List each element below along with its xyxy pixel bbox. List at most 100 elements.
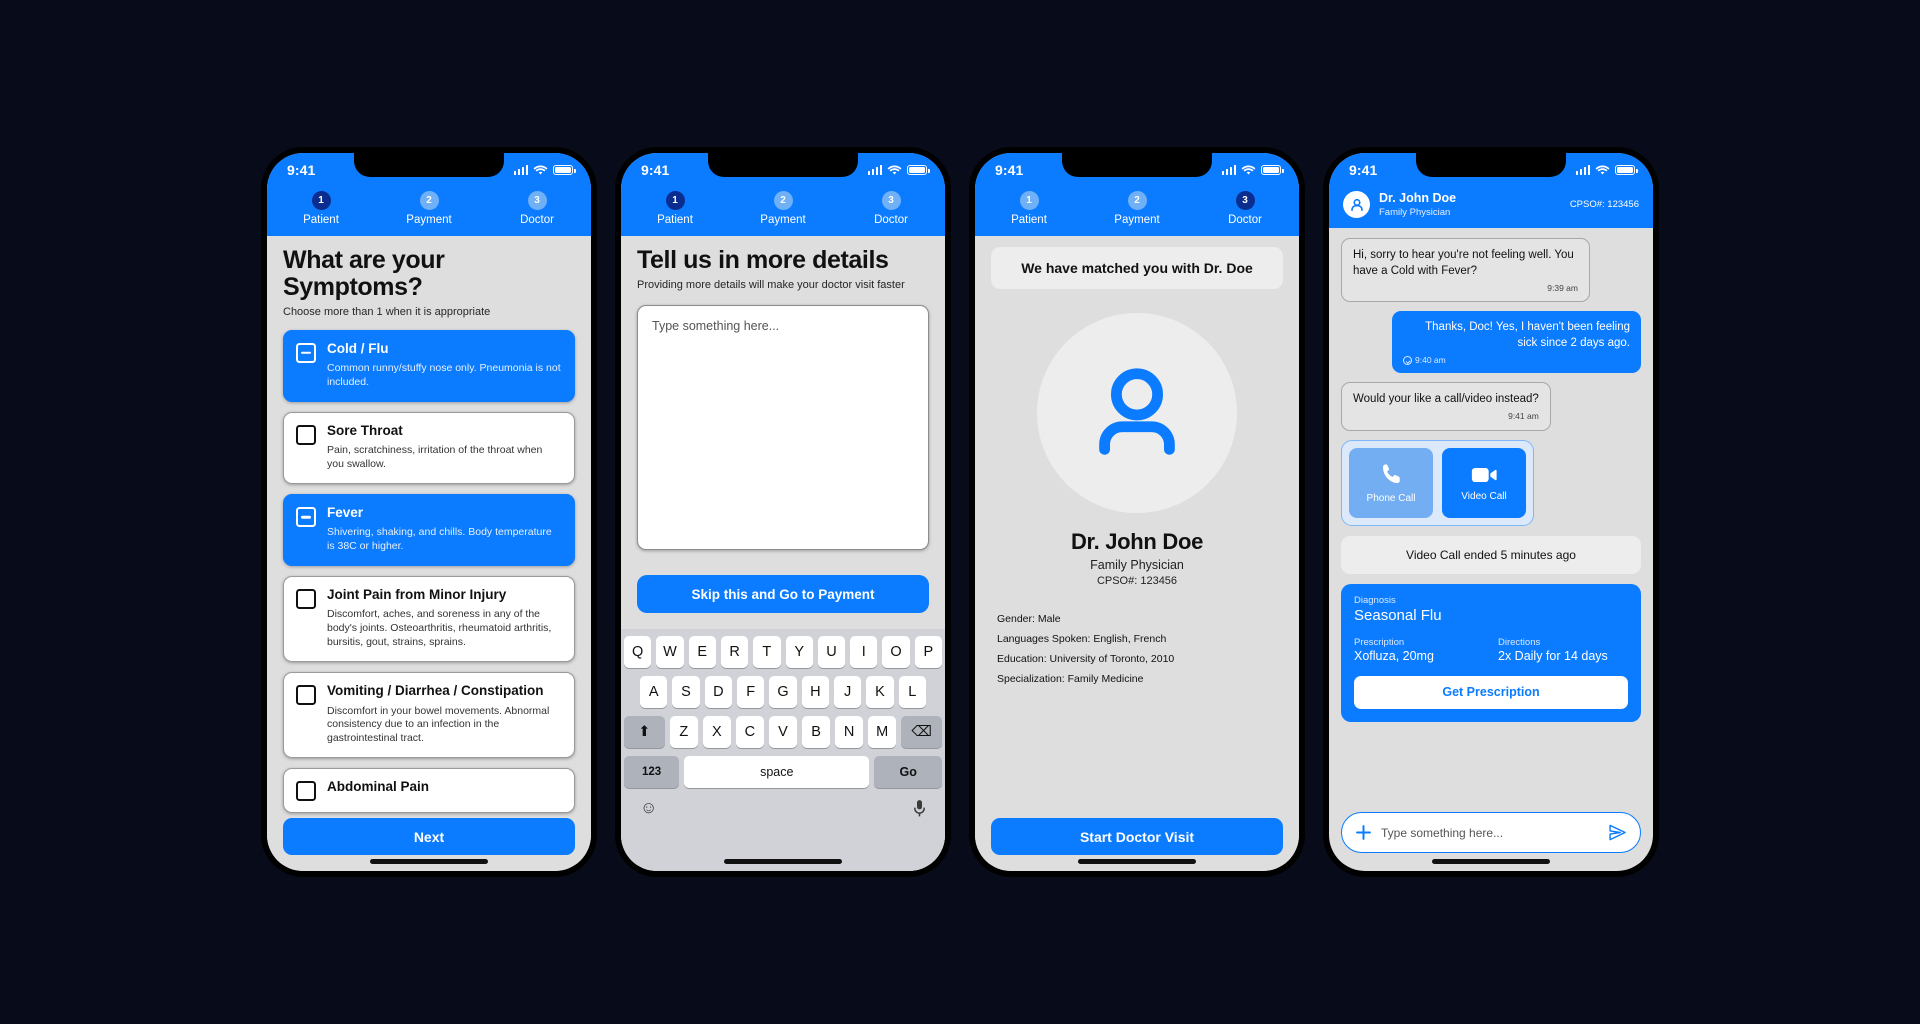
- backspace-key-icon[interactable]: ⌫: [901, 716, 942, 748]
- key-r[interactable]: R: [720, 636, 749, 668]
- symptom-card-sore-throat[interactable]: Sore Throat Pain, scratchiness, irritati…: [283, 412, 575, 485]
- key-j[interactable]: J: [833, 676, 862, 708]
- step-doctor[interactable]: 3 Doctor: [1191, 191, 1299, 226]
- key-v[interactable]: V: [768, 716, 798, 748]
- step-doctor[interactable]: 3 Doctor: [483, 191, 591, 226]
- key-n[interactable]: N: [835, 716, 864, 748]
- chat-bubble-incoming: Hi, sorry to hear you're not feeling wel…: [1341, 238, 1590, 303]
- step-label: Doctor: [520, 214, 554, 226]
- progress-stepper: 1 Patient 2 Payment 3 Doctor: [975, 187, 1299, 236]
- checkbox-icon[interactable]: [296, 507, 316, 528]
- key-l[interactable]: L: [898, 676, 926, 708]
- mic-icon[interactable]: [913, 799, 926, 818]
- progress-stepper: 1 Patient 2 Payment 3 Doctor: [621, 187, 945, 236]
- phone-call-label: Phone Call: [1366, 493, 1416, 505]
- key-p[interactable]: P: [914, 636, 942, 668]
- shift-key-icon[interactable]: ⬆: [624, 716, 665, 748]
- keyboard-row-3: ⬆ Z X C V B N M ⌫: [624, 716, 942, 748]
- home-indicator: [370, 859, 488, 864]
- numeric-key[interactable]: 123: [624, 756, 680, 788]
- step-patient[interactable]: 1 Patient: [267, 191, 375, 226]
- send-icon[interactable]: [1608, 823, 1627, 842]
- directions-label: Directions: [1498, 636, 1541, 648]
- step-number: 2: [773, 191, 793, 210]
- key-e[interactable]: E: [688, 636, 716, 668]
- key-o[interactable]: O: [882, 636, 910, 668]
- diagnosis-card: Diagnosis Seasonal Flu Prescription Xofl…: [1341, 583, 1641, 722]
- symptom-desc: Shivering, shaking, and chills. Body tem…: [327, 526, 552, 553]
- status-time: 9:41: [287, 162, 316, 178]
- key-w[interactable]: W: [656, 636, 684, 668]
- device-notch: [708, 153, 858, 177]
- key-f[interactable]: F: [737, 676, 765, 708]
- key-t[interactable]: T: [753, 636, 781, 668]
- key-q[interactable]: Q: [624, 636, 652, 668]
- chat-doctor-cpso: CPSO#: 123456: [1569, 199, 1639, 211]
- checkbox-icon[interactable]: [296, 425, 316, 446]
- details-textarea[interactable]: Type something here...: [637, 305, 929, 550]
- symptom-card-fever[interactable]: Fever Shivering, shaking, and chills. Bo…: [283, 494, 575, 567]
- key-x[interactable]: X: [702, 716, 731, 748]
- key-g[interactable]: G: [769, 676, 797, 708]
- phone-call-button[interactable]: Phone Call: [1349, 447, 1433, 518]
- symptom-card-abdominal-pain[interactable]: Abdominal Pain: [283, 768, 575, 814]
- message-composer[interactable]: Type something here...: [1341, 812, 1641, 853]
- key-u[interactable]: U: [817, 636, 846, 668]
- step-doctor[interactable]: 3 Doctor: [837, 191, 945, 226]
- symptom-card-cold-flu[interactable]: Cold / Flu Common runny/stuffy nose only…: [283, 330, 575, 403]
- key-h[interactable]: H: [801, 676, 829, 708]
- start-doctor-visit-button[interactable]: Start Doctor Visit: [991, 818, 1283, 855]
- step-number: 1: [1019, 191, 1039, 210]
- add-attachment-icon[interactable]: [1355, 824, 1372, 841]
- skip-to-payment-button[interactable]: Skip this and Go to Payment: [637, 575, 929, 613]
- step-payment[interactable]: 2 Payment: [1083, 191, 1191, 226]
- delivered-check-icon: [1403, 355, 1412, 365]
- key-s[interactable]: S: [672, 676, 700, 708]
- chat-message-list: Hi, sorry to hear you're not feeling wel…: [1329, 228, 1653, 803]
- key-b[interactable]: B: [802, 716, 831, 748]
- key-i[interactable]: I: [850, 636, 878, 668]
- wifi-icon: [1595, 165, 1610, 174]
- next-dock: Next: [283, 818, 575, 855]
- go-key[interactable]: Go: [874, 756, 942, 788]
- step-label: Patient: [657, 214, 693, 226]
- step-label: Payment: [760, 214, 806, 226]
- key-d[interactable]: D: [704, 676, 732, 708]
- step-label: Patient: [1011, 214, 1047, 226]
- key-a[interactable]: A: [640, 676, 668, 708]
- symptom-card-gastro[interactable]: Vomiting / Diarrhea / Constipation Disco…: [283, 672, 575, 759]
- space-key[interactable]: space: [684, 756, 870, 788]
- step-payment[interactable]: 2 Payment: [375, 191, 483, 226]
- video-call-button[interactable]: Video Call: [1442, 447, 1526, 518]
- step-patient[interactable]: 1 Patient: [621, 191, 729, 226]
- message-text: Thanks, Doc! Yes, I haven't been feeling…: [1425, 321, 1630, 349]
- next-button[interactable]: Next: [283, 818, 575, 855]
- key-z[interactable]: Z: [669, 716, 698, 748]
- key-k[interactable]: K: [866, 676, 894, 708]
- checkbox-icon[interactable]: [296, 781, 316, 802]
- key-m[interactable]: M: [868, 716, 897, 748]
- key-c[interactable]: C: [735, 716, 764, 748]
- wifi-icon: [1241, 165, 1256, 174]
- system-note: Video Call ended 5 minutes ago: [1341, 535, 1641, 574]
- doctor-facts: Gender: Male Languages Spoken: English, …: [997, 613, 1277, 685]
- symptom-desc: Common runny/stuffy nose only. Pneumonia…: [327, 362, 561, 389]
- doctor-role: Family Physician: [1090, 558, 1184, 572]
- emoji-icon[interactable]: ☺: [640, 798, 657, 818]
- checkbox-icon[interactable]: [296, 343, 316, 363]
- get-prescription-button[interactable]: Get Prescription: [1354, 675, 1628, 709]
- symptom-title: Sore Throat: [327, 423, 403, 439]
- step-payment[interactable]: 2 Payment: [729, 191, 837, 226]
- wifi-icon: [533, 165, 548, 174]
- message-input[interactable]: Type something here...: [1381, 826, 1599, 840]
- phone-frame-chat: 9:41 Dr. John Doe Family Physician CPSO#…: [1323, 147, 1659, 877]
- battery-icon: [1615, 165, 1638, 175]
- symptom-card-joint-pain[interactable]: Joint Pain from Minor Injury Discomfort,…: [283, 576, 575, 663]
- checkbox-icon[interactable]: [296, 685, 316, 706]
- checkbox-icon[interactable]: [296, 589, 316, 610]
- battery-icon: [907, 165, 930, 175]
- step-patient[interactable]: 1 Patient: [975, 191, 1083, 226]
- fact-gender: Gender: Male: [997, 613, 1061, 625]
- key-y[interactable]: Y: [785, 636, 813, 668]
- video-call-label: Video Call: [1461, 490, 1507, 502]
